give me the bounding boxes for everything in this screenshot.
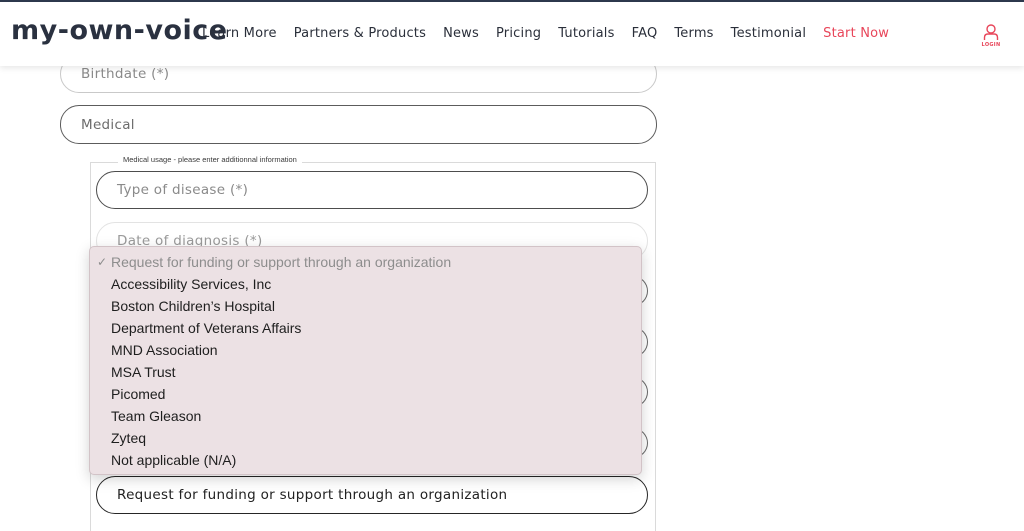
dropdown-option[interactable]: Zyteq [90, 427, 641, 449]
site-logo[interactable]: my-own-voice [11, 15, 228, 46]
dropdown-option[interactable]: Picomed [90, 383, 641, 405]
login-button[interactable]: LOGIN [979, 24, 1003, 48]
main-nav: Learn More Partners & Products News Pric… [202, 26, 906, 41]
checkmark-icon: ✓ [97, 255, 108, 269]
nav-partners-products[interactable]: Partners & Products [294, 26, 426, 41]
login-label: LOGIN [981, 42, 1001, 48]
nav-tutorials[interactable]: Tutorials [558, 26, 614, 41]
user-icon [983, 24, 999, 40]
nav-testimonial[interactable]: Testimonial [731, 26, 806, 41]
medical-usage-legend: Medical usage - please enter additionnal… [118, 155, 302, 164]
organization-dropdown-menu: ✓ Request for funding or support through… [89, 246, 642, 475]
dropdown-option[interactable]: MND Association [90, 339, 641, 361]
dropdown-option-selected[interactable]: ✓ Request for funding or support through… [90, 251, 641, 273]
dropdown-option[interactable]: Department of Veterans Affairs [90, 317, 641, 339]
funding-request-select[interactable]: Request for funding or support through a… [96, 476, 648, 514]
dropdown-option[interactable]: Boston Children’s Hospital [90, 295, 641, 317]
disease-type-field[interactable]: Type of disease (*) [96, 171, 648, 209]
dropdown-option[interactable]: Not applicable (N/A) [90, 449, 641, 471]
dropdown-option-label: Request for funding or support through a… [111, 254, 452, 270]
nav-faq[interactable]: FAQ [632, 26, 658, 41]
nav-pricing[interactable]: Pricing [496, 26, 541, 41]
usage-type-select[interactable]: Medical [60, 105, 657, 144]
nav-learn-more[interactable]: Learn More [202, 26, 277, 41]
dropdown-option[interactable]: MSA Trust [90, 361, 641, 383]
nav-terms[interactable]: Terms [674, 26, 713, 41]
dropdown-option[interactable]: Team Gleason [90, 405, 641, 427]
nav-start-now[interactable]: Start Now [823, 26, 889, 41]
nav-news[interactable]: News [443, 26, 479, 41]
site-header: my-own-voice Learn More Partners & Produ… [0, 2, 1024, 66]
dropdown-option[interactable]: Accessibility Services, Inc [90, 273, 641, 295]
